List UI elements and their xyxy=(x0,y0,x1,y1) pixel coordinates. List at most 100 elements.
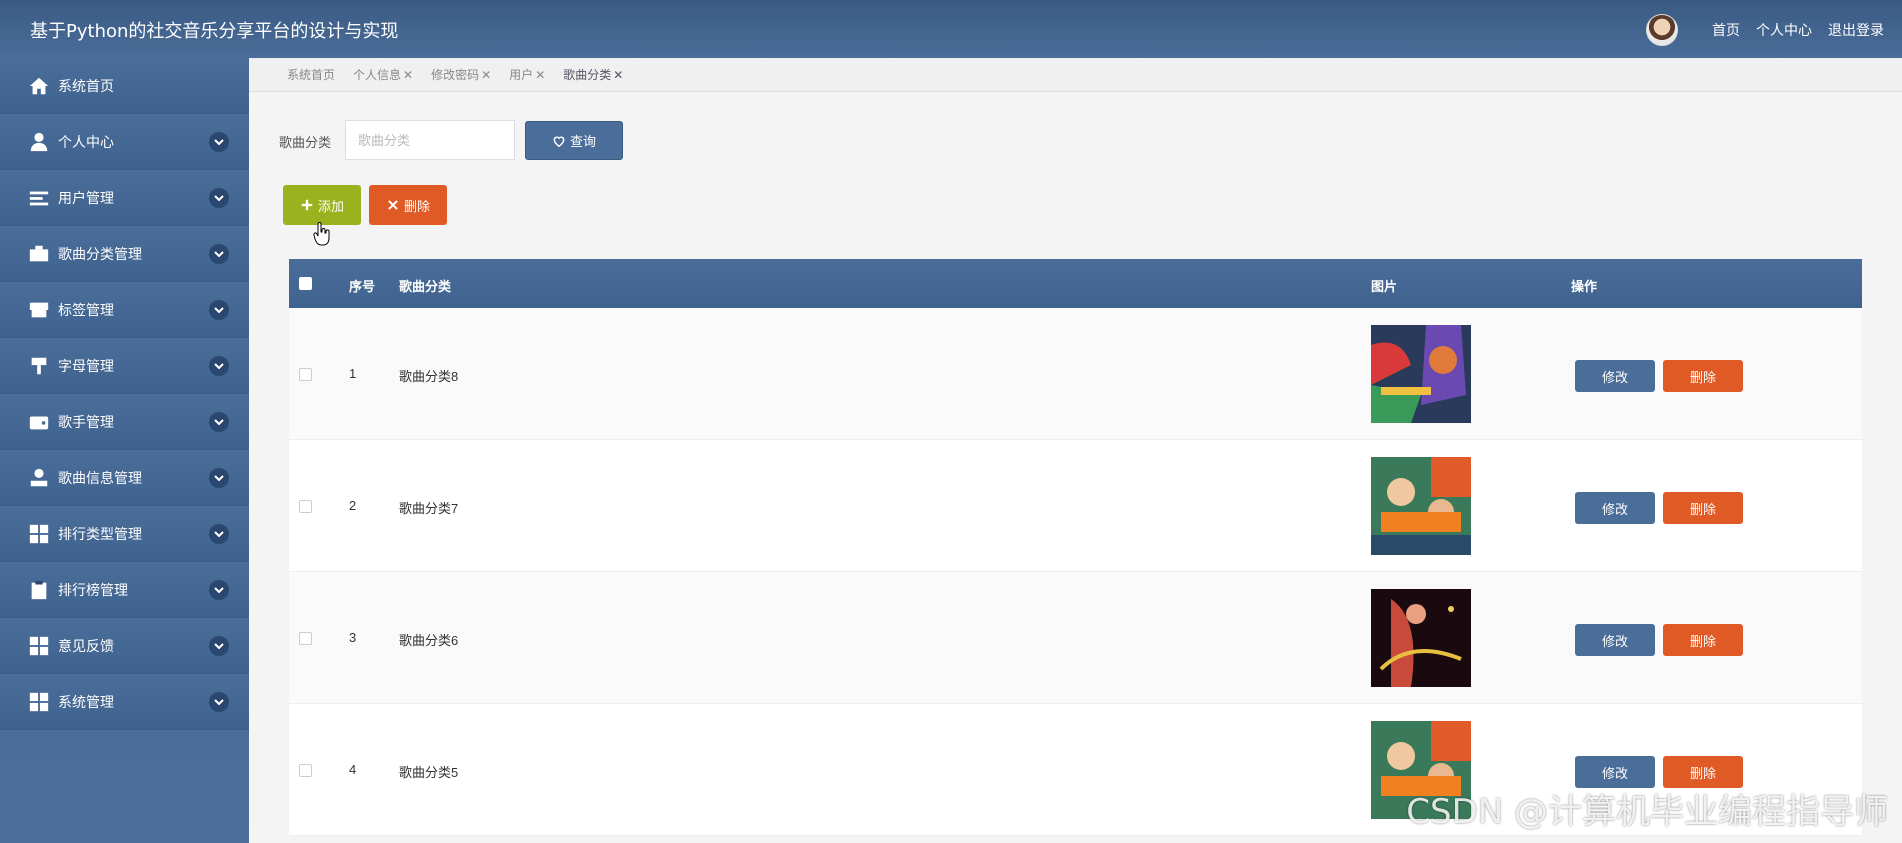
column-header: 图片 xyxy=(1371,279,1398,294)
close-icon xyxy=(388,200,398,210)
search-label: 歌曲分类 xyxy=(279,135,332,150)
row-category: 歌曲分类8 xyxy=(399,369,459,384)
sidebar-item-tag-management[interactable]: 标签管理 xyxy=(0,282,249,338)
close-icon[interactable]: ✕ xyxy=(403,68,413,82)
row-index: 3 xyxy=(349,630,357,645)
home-link[interactable]: 首页 xyxy=(1712,20,1740,40)
column-header: 操作 xyxy=(1571,279,1598,294)
sidebar-item-label: 意见反馈 xyxy=(58,637,114,654)
sidebar-item-label: 歌曲信息管理 xyxy=(58,469,142,486)
tab-song-category[interactable]: 歌曲分类 ✕ xyxy=(563,66,623,83)
sidebar-item-ranking-management[interactable]: 排行榜管理 xyxy=(0,562,249,618)
logout-link[interactable]: 退出登录 xyxy=(1828,20,1884,40)
add-button[interactable]: 添加 xyxy=(283,185,361,225)
chevron-down-icon[interactable] xyxy=(209,524,229,544)
sidebar-item-label: 排行类型管理 xyxy=(58,525,142,542)
chevron-down-icon[interactable] xyxy=(209,692,229,712)
close-icon[interactable]: ✕ xyxy=(481,68,491,82)
tab-label: 系统首页 xyxy=(287,68,336,82)
cover-image xyxy=(1371,589,1471,687)
table-header: 序号 歌曲分类 图片 操作 xyxy=(289,259,1862,308)
edit-button[interactable]: 修改 xyxy=(1575,492,1655,524)
briefcase-icon xyxy=(28,243,50,265)
user-icon xyxy=(28,131,50,153)
chevron-down-icon[interactable] xyxy=(209,636,229,656)
sidebar-item-label: 标签管理 xyxy=(58,301,114,318)
list-icon xyxy=(28,187,50,209)
table-row: 3 歌曲分类6 修改 删除 xyxy=(289,572,1862,704)
store-icon xyxy=(28,299,50,321)
song-category-table: 序号 歌曲分类 图片 操作 1 歌曲分类8 修改 删除 2 歌曲分类7 修改 删… xyxy=(289,259,1862,836)
row-index: 1 xyxy=(349,366,357,381)
row-index: 2 xyxy=(349,498,357,513)
sidebar-item-song-info-management[interactable]: 歌曲信息管理 xyxy=(0,450,249,506)
add-label: 添加 xyxy=(317,198,344,214)
chevron-down-icon[interactable] xyxy=(209,468,229,488)
sidebar-item-song-category-management[interactable]: 歌曲分类管理 xyxy=(0,226,249,282)
top-header: 基于Python的社交音乐分享平台的设计与实现 首页 个人中心 退出登录 xyxy=(0,0,1902,58)
delete-label: 删除 xyxy=(403,198,430,214)
sidebar-item-label: 字母管理 xyxy=(58,357,114,374)
close-icon[interactable]: ✕ xyxy=(613,68,623,82)
watermark: CSDN @计算机毕业编程指导师 xyxy=(1406,792,1888,832)
chevron-down-icon[interactable] xyxy=(209,244,229,264)
sidebar-item-personal-center[interactable]: 个人中心 xyxy=(0,114,249,170)
home-icon xyxy=(28,75,50,97)
row-category: 歌曲分类7 xyxy=(399,501,459,516)
plus-icon xyxy=(301,199,313,211)
clipboard-icon xyxy=(28,579,50,601)
row-delete-button[interactable]: 删除 xyxy=(1663,360,1743,392)
row-delete-button[interactable]: 删除 xyxy=(1663,492,1743,524)
edit-button[interactable]: 修改 xyxy=(1575,360,1655,392)
header-nav: 首页 个人中心 退出登录 xyxy=(1646,14,1884,46)
sidebar-item-letter-management[interactable]: 字母管理 xyxy=(0,338,249,394)
chevron-down-icon[interactable] xyxy=(209,580,229,600)
profile-link[interactable]: 个人中心 xyxy=(1756,20,1812,40)
delete-button[interactable]: 删除 xyxy=(369,185,447,225)
query-button[interactable]: 查询 xyxy=(525,121,623,160)
tab-personal-info[interactable]: 个人信息 ✕ xyxy=(353,66,413,83)
tab-label: 个人信息 xyxy=(353,68,402,82)
chevron-down-icon[interactable] xyxy=(209,300,229,320)
grid-icon xyxy=(28,691,50,713)
tab-change-password[interactable]: 修改密码 ✕ xyxy=(431,66,491,83)
row-index: 4 xyxy=(349,762,357,777)
sidebar-item-singer-management[interactable]: 歌手管理 xyxy=(0,394,249,450)
row-checkbox[interactable] xyxy=(299,368,312,381)
query-label: 查询 xyxy=(569,134,596,149)
table-row: 1 歌曲分类8 修改 删除 xyxy=(289,308,1862,440)
chevron-down-icon[interactable] xyxy=(209,132,229,152)
row-delete-button[interactable]: 删除 xyxy=(1663,624,1743,656)
cover-image xyxy=(1371,325,1471,423)
row-checkbox[interactable] xyxy=(299,500,312,513)
sidebar-item-system-management[interactable]: 系统管理 xyxy=(0,674,249,730)
row-checkbox[interactable] xyxy=(299,764,312,777)
select-all-checkbox[interactable] xyxy=(299,277,312,290)
row-checkbox[interactable] xyxy=(299,632,312,645)
sidebar-item-feedback[interactable]: 意见反馈 xyxy=(0,618,249,674)
tab-system-home[interactable]: 系统首页 xyxy=(287,66,335,83)
search-input[interactable] xyxy=(345,120,515,160)
hand-cursor-icon xyxy=(313,222,330,246)
sidebar-item-label: 用户管理 xyxy=(58,189,114,206)
row-category: 歌曲分类5 xyxy=(399,765,459,780)
sidebar-item-user-management[interactable]: 用户管理 xyxy=(0,170,249,226)
sidebar-item-label: 个人中心 xyxy=(58,133,114,150)
tab-user[interactable]: 用户 ✕ xyxy=(509,66,545,83)
sidebar-item-ranking-type-management[interactable]: 排行类型管理 xyxy=(0,506,249,562)
grid-icon xyxy=(28,635,50,657)
sidebar-item-label: 系统管理 xyxy=(58,693,114,710)
close-icon[interactable]: ✕ xyxy=(535,68,545,82)
chevron-down-icon[interactable] xyxy=(209,356,229,376)
wallet-icon xyxy=(28,411,50,433)
chevron-down-icon[interactable] xyxy=(209,412,229,432)
avatar[interactable] xyxy=(1646,14,1678,46)
sidebar-item-label: 排行榜管理 xyxy=(58,581,128,598)
edit-button[interactable]: 修改 xyxy=(1575,624,1655,656)
heart-icon xyxy=(553,136,565,147)
sidebar-item-home[interactable]: 系统首页 xyxy=(0,58,249,114)
user-card-icon xyxy=(28,467,50,489)
sidebar-item-label: 歌手管理 xyxy=(58,413,114,430)
cover-image xyxy=(1371,457,1471,555)
chevron-down-icon[interactable] xyxy=(209,188,229,208)
